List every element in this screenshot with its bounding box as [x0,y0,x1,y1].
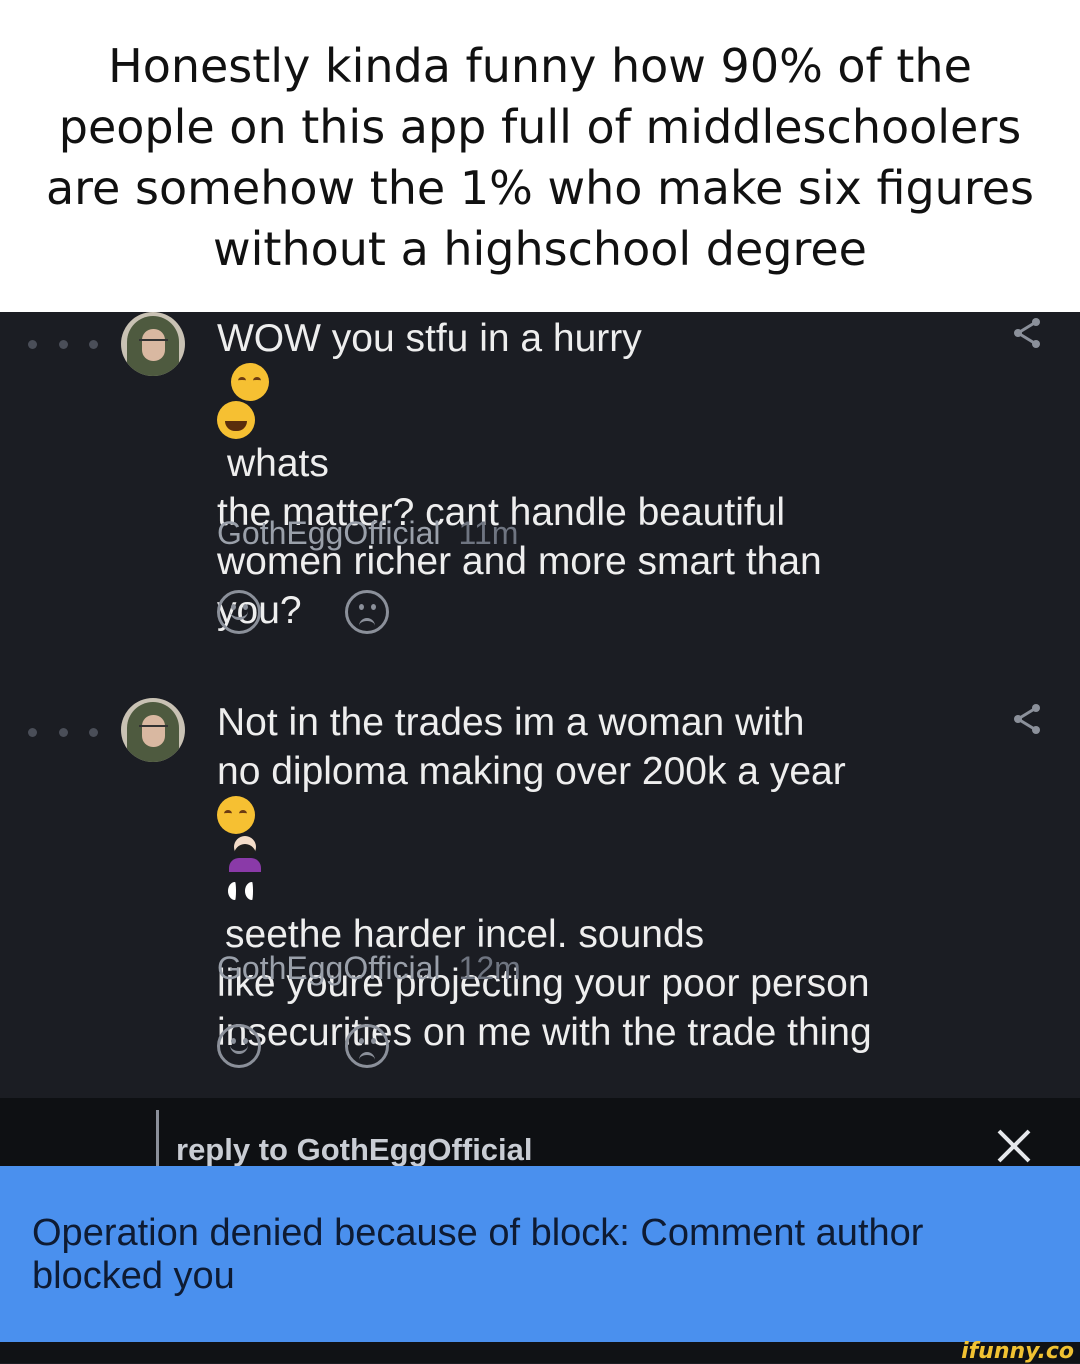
error-toast: Operation denied because of block: Comme… [0,1166,1080,1342]
caption-line: without a highschool degree [213,222,867,276]
person-facepalming-emoji [225,834,265,872]
comment-text: WOW you stfu in a hurry whats the matter… [217,317,822,632]
avatar[interactable] [121,312,185,376]
caption-line: Honestly kinda funny how 90% of the [108,39,972,93]
reply-label: reply to GothEggOfficial [176,1132,533,1167]
hand-over-mouth-emoji [231,363,269,401]
toast-message: Operation denied because of block: Comme… [32,1212,924,1297]
author-name[interactable]: GothEggOfficial [217,950,441,986]
comment-meta: GothEggOfficial 12m [217,950,521,987]
avatar[interactable] [121,698,185,762]
comment-text: Not in the trades im a woman with no dip… [217,701,872,1054]
smile-icon[interactable] [217,590,261,634]
comment-meta: GothEggOfficial 11m [217,515,518,552]
caption-line: people on this app full of middleschoole… [58,100,1022,154]
caption: Honestly kinda funny how 90% of the peop… [0,0,1080,312]
close-icon[interactable] [996,1128,1032,1164]
author-name[interactable]: GothEggOfficial [217,515,441,551]
more-options-icon[interactable] [28,340,98,350]
frown-icon[interactable] [345,1024,389,1068]
eyes-emoji [225,872,263,910]
timestamp: 11m [458,515,519,551]
caption-line: are somehow the 1% who make six figures [45,161,1035,215]
tears-of-joy-emoji [217,401,255,439]
watermark: ifunny.co [961,1339,1074,1364]
reply-bar: reply to GothEggOfficial [0,1098,1080,1167]
timestamp: 12m [458,950,521,986]
more-options-icon[interactable] [28,728,98,738]
hand-over-mouth-emoji [217,796,255,834]
share-icon[interactable] [1010,316,1044,350]
frown-icon[interactable] [345,590,389,634]
smile-icon[interactable] [217,1024,261,1068]
share-icon[interactable] [1010,702,1044,736]
